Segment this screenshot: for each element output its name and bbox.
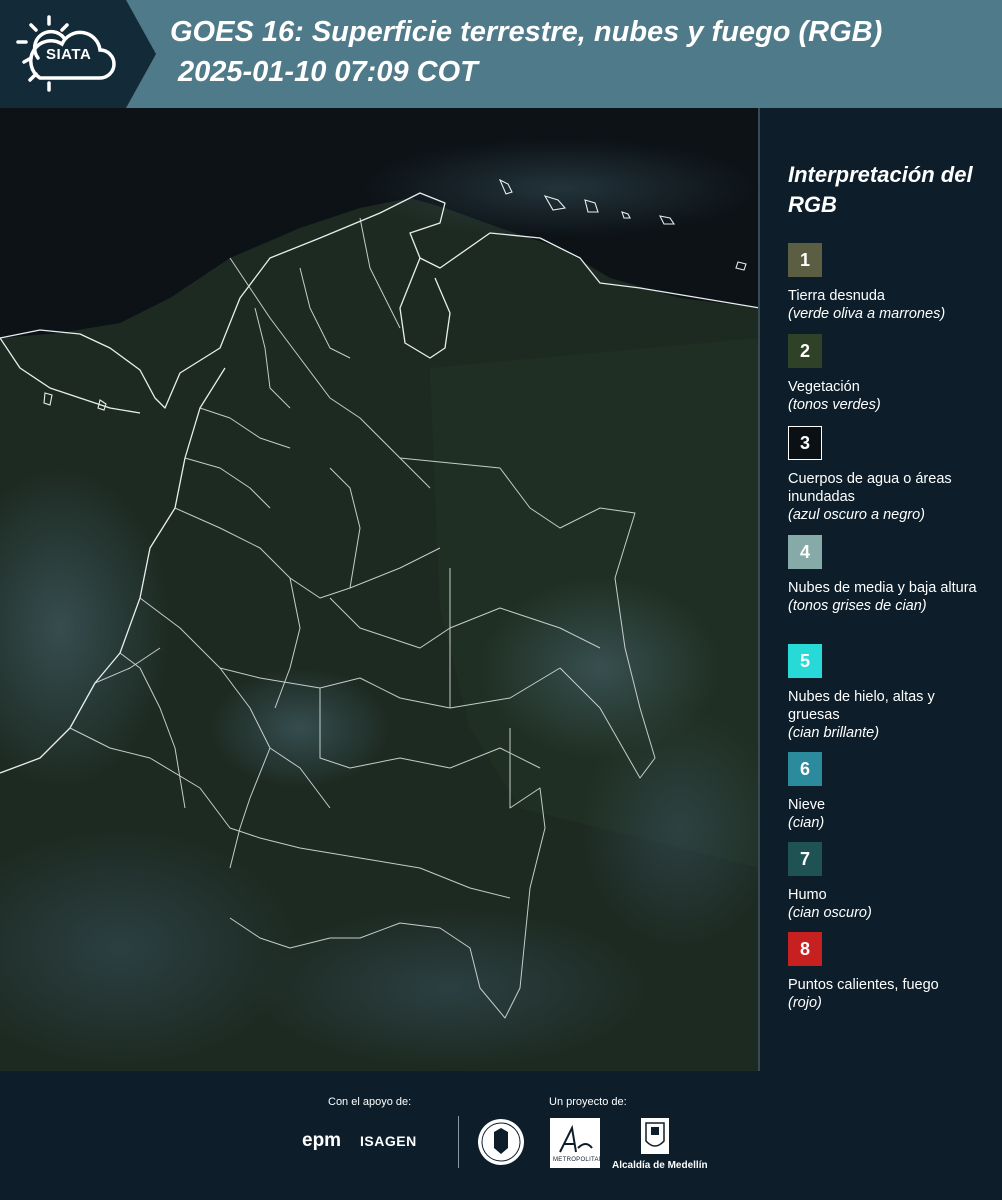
legend-note-3: (azul oscuro a negro) [788,507,926,523]
legend-number-7: 7 [799,848,810,869]
legend-note-2: (tonos verdes) [788,397,881,413]
legend-number-6: 6 [799,758,810,779]
legend-number-4: 4 [799,541,810,562]
amva-logo-text: METROPOLITANA [553,1157,608,1163]
header: SIATA GOES 16: Superficie terrestre, nub… [0,0,1002,108]
legend-note-1: (verde oliva a marrones) [788,306,946,322]
antioquia-seal-icon [478,1119,524,1165]
legend-item-6: 6 Nieve (cian) [788,752,988,832]
timestamp: 2025-01-10 07:09 COT [178,56,478,88]
alcaldia-medellin-text: Alcaldía de Medellín [612,1160,708,1171]
legend-item-8: 8 Puntos calientes, fuego (rojo) [788,932,988,1012]
footer-divider [458,1116,459,1168]
page-title: GOES 16: Superficie terrestre, nubes y f… [170,16,883,48]
siata-logo-text: SIATA [46,46,92,63]
legend-note-5: (cian brillante) [788,725,880,741]
legend-number-8: 8 [799,938,810,959]
support-label: Con el apoyo de: [328,1096,412,1108]
legend-note-4: (tonos grises de cian) [788,598,927,614]
legend-item-4: 4 Nubes de media y baja altura (tonos gr… [788,535,988,615]
map-divider [758,108,760,1071]
legend-label-5: Nubes de hielo, altas y gruesas [788,689,935,723]
legend-item-5: 5 Nubes de hielo, altas y gruesas (cian … [788,644,988,742]
legend-item-1: 1 Tierra desnuda (verde oliva a marrones… [788,243,988,323]
legend-item-3: 3 Cuerpos de agua o áreas inundadas (azu… [788,426,988,524]
isagen-logo: ISAGEN [360,1133,417,1149]
legend-note-7: (cian oscuro) [788,905,872,921]
alcaldia-shield-icon [641,1118,669,1154]
satellite-map [0,108,760,1071]
legend-number-1: 1 [799,249,810,270]
legend-number-2: 2 [799,340,810,361]
legend-swatch-3: 3 [788,426,822,460]
legend-swatch-8: 8 [788,932,822,966]
legend-label-6: Nieve [788,797,826,813]
legend-label-2: Vegetación [788,379,860,395]
legend-label-3: Cuerpos de agua o áreas inundadas [788,471,952,505]
legend-swatch-1: 1 [788,243,822,277]
legend-note-8: (rojo) [788,995,822,1011]
map-image [0,108,760,1071]
legend-swatch-6: 6 [788,752,822,786]
legend-note-6: (cian) [788,815,825,831]
legend-label-8: Puntos calientes, fuego [788,977,939,993]
legend-swatch-5: 5 [788,644,822,678]
legend-swatch-7: 7 [788,842,822,876]
project-label: Un proyecto de: [549,1096,627,1108]
legend-label-7: Humo [788,887,827,903]
legend-swatch-2: 2 [788,334,822,368]
epm-logo: epm [302,1130,342,1151]
footer: Con el apoyo de: Un proyecto de: epm ISA… [0,1071,1002,1200]
legend: Interpretación del RGB 1 Tierra desnuda … [788,160,988,1011]
legend-item-7: 7 Humo (cian oscuro) [788,842,988,922]
legend-number-5: 5 [799,650,810,671]
legend-item-2: 2 Vegetación (tonos verdes) [788,334,988,414]
legend-label-1: Tierra desnuda [788,288,885,304]
legend-title: Interpretación del RGB [788,162,973,217]
legend-swatch-4: 4 [788,535,822,569]
legend-number-3: 3 [799,432,810,453]
legend-label-4: Nubes de media y baja altura [788,580,977,596]
